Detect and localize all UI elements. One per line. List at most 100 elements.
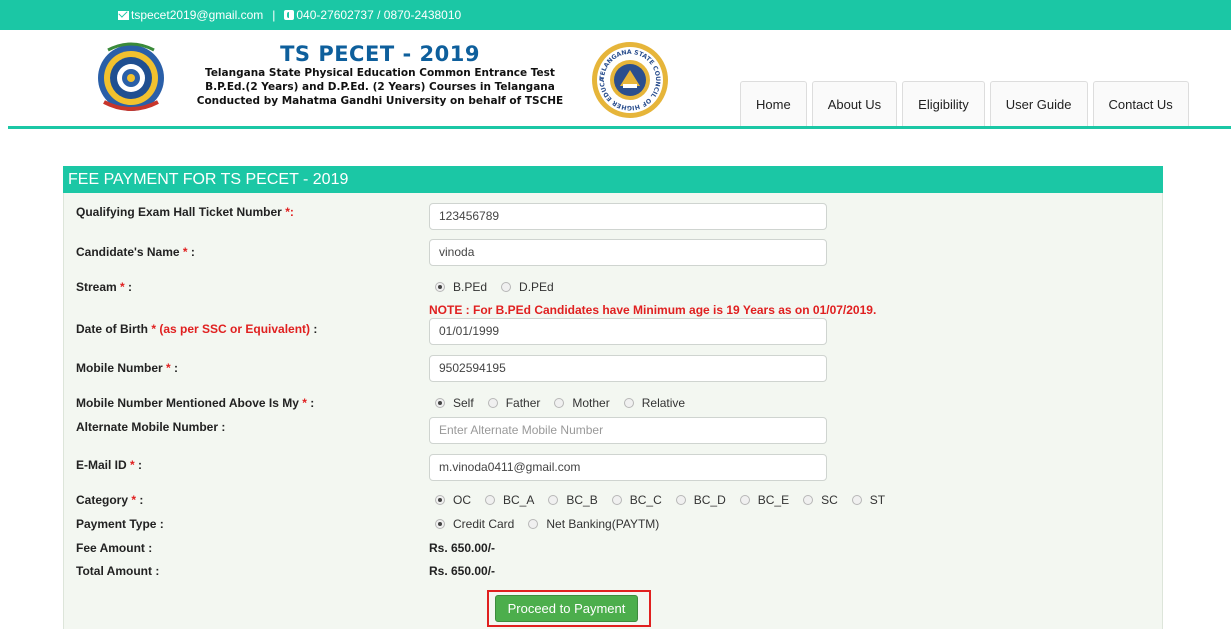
contact-info: tspecet2019@gmail.com | 040-27602737 / 0… [118, 8, 461, 22]
radio-button[interactable] [487, 398, 498, 408]
alt-mobile-label: Alternate Mobile Number : [76, 420, 226, 434]
stream-option-dped[interactable]: D.PEd [501, 280, 554, 294]
label-colon: : [124, 280, 133, 294]
category-bc-e[interactable]: BC_E [739, 493, 790, 507]
email-label-text: E-Mail ID [76, 458, 131, 472]
header-subtitle-1: Telangana State Physical Education Commo… [205, 67, 555, 79]
category-option-label: OC [453, 493, 471, 507]
nav-eligibility[interactable]: Eligibility [902, 81, 985, 127]
stream-label: Stream * : [76, 280, 132, 294]
radio-button[interactable] [548, 495, 559, 505]
radio-button[interactable] [623, 398, 634, 408]
hall-ticket-label-text: Qualifying Exam Hall Ticket Number [76, 205, 286, 219]
required-marker: *: [285, 205, 294, 219]
dob-input[interactable]: 01/01/1999 [429, 318, 827, 345]
header-title-block: TS PECET - 2019 Telangana State Physical… [180, 42, 580, 108]
fee-amount-value: Rs. 650.00/- [429, 541, 496, 555]
mobile-owner-label: Mobile Number Mentioned Above Is My * : [76, 396, 314, 410]
email-input[interactable]: m.vinoda0411@gmail.com [429, 454, 827, 481]
total-amount-label: Total Amount : [76, 564, 160, 578]
candidate-name-label: Candidate's Name * : [76, 245, 195, 259]
mobile-owner-option-label: Mother [572, 396, 610, 410]
fee-amount-label: Fee Amount : [76, 541, 153, 555]
category-option-label: SC [821, 493, 838, 507]
contact-email[interactable]: tspecet2019@gmail.com [131, 8, 263, 22]
mobile-owner-father[interactable]: Father [487, 396, 540, 410]
dob-label: Date of Birth * (as per SSC or Equivalen… [76, 322, 317, 336]
mail-icon [118, 10, 129, 20]
phone-icon [284, 10, 295, 20]
contact-separator: | [272, 8, 276, 22]
category-sc[interactable]: SC [803, 493, 838, 507]
radio-button[interactable] [554, 398, 565, 408]
proceed-to-payment-button[interactable]: Proceed to Payment [495, 595, 638, 622]
label-colon: : [134, 458, 143, 472]
label-colon: : [187, 245, 195, 259]
university-seal-logo [98, 42, 164, 111]
total-amount-value: Rs. 650.00/- [429, 564, 496, 578]
top-contact-bar: tspecet2019@gmail.com | 040-27602737 / 0… [0, 0, 1231, 30]
radio-button-selected[interactable] [435, 282, 445, 292]
stream-option-bped[interactable]: B.PEd [435, 280, 487, 294]
category-st[interactable]: ST [851, 493, 885, 507]
radio-button[interactable] [675, 495, 686, 505]
stream-label-text: Stream [76, 280, 121, 294]
payment-option-label: Credit Card [453, 517, 515, 531]
nav-about-us[interactable]: About Us [811, 81, 898, 127]
category-bc-d[interactable]: BC_D [675, 493, 726, 507]
candidate-name-input[interactable]: vinoda [429, 239, 827, 266]
category-option-label: BC_E [757, 493, 790, 507]
header-divider [8, 126, 1231, 129]
mobile-owner-mother[interactable]: Mother [554, 396, 610, 410]
category-bc-b[interactable]: BC_B [548, 493, 598, 507]
dob-label-text: Date of Birth [76, 322, 152, 336]
category-label-text: Category [76, 493, 132, 507]
category-bc-c[interactable]: BC_C [611, 493, 662, 507]
stream-radio-group: B.PEd D.PEd [435, 280, 568, 294]
radio-button[interactable] [485, 495, 495, 505]
label-colon: : [170, 361, 179, 375]
payment-type-radio-group: Credit Card Net Banking(PAYTM) [435, 517, 673, 531]
category-radio-group: OC BC_A BC_B BC_C BC_D BC_E SC ST [435, 493, 899, 507]
stream-option-label: D.PEd [519, 280, 554, 294]
telangana-state-council-logo: TELANGANA STATE COUNCIL OF HIGHER EDUCAT… [590, 40, 668, 118]
nav-home[interactable]: Home [740, 81, 807, 127]
radio-button[interactable] [501, 282, 512, 292]
payment-option-label: Net Banking(PAYTM) [546, 517, 660, 531]
mobile-label-text: Mobile Number [76, 361, 167, 375]
mobile-owner-option-label: Self [453, 396, 474, 410]
alt-mobile-input[interactable]: Enter Alternate Mobile Number [429, 417, 827, 444]
radio-button[interactable] [739, 495, 750, 505]
payment-type-label: Payment Type : [76, 517, 164, 531]
mobile-owner-relative[interactable]: Relative [623, 396, 685, 410]
mobile-owner-self[interactable]: Self [435, 396, 474, 410]
nav-contact-us[interactable]: Contact Us [1092, 81, 1189, 127]
category-label: Category * : [76, 493, 143, 507]
hall-ticket-input[interactable]: 123456789 [429, 203, 827, 230]
category-oc[interactable]: OC [435, 493, 471, 507]
radio-button-selected[interactable] [435, 398, 445, 408]
category-option-label: BC_B [566, 493, 598, 507]
payment-credit-card[interactable]: Credit Card [435, 517, 514, 531]
nav-user-guide[interactable]: User Guide [989, 81, 1088, 127]
candidate-name-label-text: Candidate's Name [76, 245, 183, 259]
radio-button-selected[interactable] [435, 519, 445, 529]
mobile-label: Mobile Number * : [76, 361, 178, 375]
mobile-input[interactable]: 9502594195 [429, 355, 827, 382]
radio-button[interactable] [851, 495, 862, 505]
radio-button[interactable] [611, 495, 622, 505]
panel-heading: FEE PAYMENT FOR TS PECET - 2019 [63, 166, 1163, 193]
label-colon: : [136, 493, 144, 507]
category-bc-a[interactable]: BC_A [485, 493, 534, 507]
email-label: E-Mail ID * : [76, 458, 142, 472]
label-colon: : [310, 322, 318, 336]
radio-button-selected[interactable] [435, 495, 445, 505]
radio-button[interactable] [528, 519, 539, 529]
category-option-label: BC_C [629, 493, 662, 507]
radio-button[interactable] [803, 495, 814, 505]
payment-net-banking[interactable]: Net Banking(PAYTM) [528, 517, 659, 531]
category-option-label: BC_A [503, 493, 535, 507]
header-subtitle-3: Conducted by Mahatma Gandhi University o… [196, 95, 564, 107]
category-option-label: BC_D [693, 493, 726, 507]
label-colon: : [306, 396, 315, 410]
